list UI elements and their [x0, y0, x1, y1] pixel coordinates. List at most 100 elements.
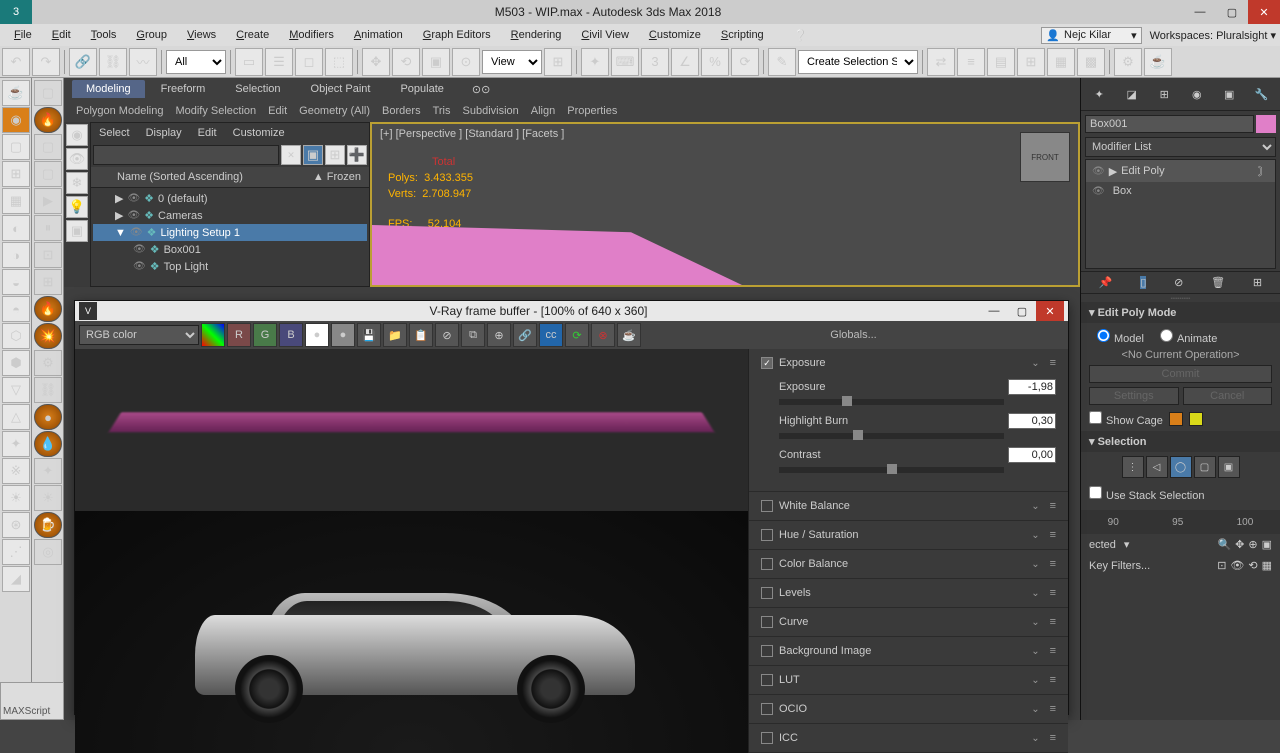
vfb-close[interactable]: ✕: [1036, 301, 1064, 321]
section-menu-icon[interactable]: ≡: [1050, 732, 1056, 744]
link-button[interactable]: 🔗: [69, 48, 97, 76]
orb-9[interactable]: ☀: [34, 485, 62, 511]
nav-icon-5[interactable]: ⊡: [1217, 559, 1226, 572]
tool-icon-6[interactable]: ⬢: [2, 350, 30, 376]
vfb-stop-button[interactable]: ⊗: [591, 323, 615, 347]
box-icon[interactable]: ▢: [2, 134, 30, 160]
vfb-globals-label[interactable]: Globals...: [643, 329, 1064, 341]
angle-snap-button[interactable]: ∠: [671, 48, 699, 76]
menu-civil-view[interactable]: Civil View: [571, 27, 638, 43]
ribbon-tab-freeform[interactable]: Freeform: [147, 80, 220, 98]
named-sel-dropdown[interactable]: Create Selection Se: [798, 50, 918, 74]
tool-icon-11[interactable]: ☀: [2, 485, 30, 511]
help-icon[interactable]: ❔: [794, 29, 808, 42]
section-enable-check[interactable]: [761, 732, 773, 744]
rollout-drag-icon[interactable]: ┄┄┄: [1081, 294, 1280, 302]
particle-icon[interactable]: ◉: [2, 107, 30, 133]
vfb-swatch[interactable]: [201, 323, 225, 347]
render-setup-button[interactable]: ⚙: [1114, 48, 1142, 76]
orb-7[interactable]: ⊞: [34, 269, 62, 295]
scene-node-box001[interactable]: 👁❖Box001: [93, 241, 367, 258]
menu-scripting[interactable]: Scripting: [711, 27, 774, 43]
vfb-section-ocio[interactable]: OCIO⌄≡: [757, 699, 1060, 719]
schematic-button[interactable]: ▦: [1047, 48, 1075, 76]
nav-icon-2[interactable]: ✥: [1235, 538, 1244, 551]
chevron-down-icon[interactable]: ⌄: [1031, 559, 1039, 570]
selection-filter[interactable]: All: [166, 50, 226, 74]
vfb-section-levels[interactable]: Levels⌄≡: [757, 583, 1060, 603]
edit-named-sel-button[interactable]: ✎: [768, 48, 796, 76]
scene-tab-edit[interactable]: Edit: [198, 127, 217, 139]
orb-gear2[interactable]: ⛓: [34, 377, 62, 403]
scale-button[interactable]: ▣: [422, 48, 450, 76]
vfb-section-color-balance[interactable]: Color Balance⌄≡: [757, 554, 1060, 574]
sphere-icon[interactable]: ◉: [66, 124, 88, 146]
settings-button[interactable]: Settings: [1089, 387, 1179, 405]
orb-blast[interactable]: 💥: [34, 323, 62, 349]
menu-animation[interactable]: Animation: [344, 27, 413, 43]
cage-color-2[interactable]: [1189, 412, 1203, 426]
maximize-button[interactable]: ▢: [1216, 0, 1248, 24]
scene-col-frozen[interactable]: ▲ Frozen: [313, 171, 361, 183]
ribbon-sub-modify-selection[interactable]: Modify Selection: [175, 105, 256, 117]
pause-icon[interactable]: ⏸: [34, 215, 62, 241]
section-menu-icon[interactable]: ≡: [1050, 674, 1056, 686]
border-level[interactable]: ◯: [1170, 456, 1192, 478]
filter-2-icon[interactable]: ⊞: [325, 145, 345, 165]
ribbon-tab-selection[interactable]: Selection: [221, 80, 294, 98]
vfb-r-button[interactable]: R: [227, 323, 251, 347]
chevron-down-icon[interactable]: ⌄: [1031, 588, 1039, 599]
section-enable-check[interactable]: [761, 558, 773, 570]
redo-button[interactable]: ↷: [32, 48, 60, 76]
commit-button[interactable]: Commit: [1089, 365, 1272, 383]
chevron-down-icon[interactable]: ⌄: [1031, 646, 1039, 657]
eye-icon[interactable]: 👁: [66, 148, 88, 170]
vfb-alpha-button[interactable]: ●: [305, 323, 329, 347]
scene-node-top-light[interactable]: 👁❖Top Light: [93, 258, 367, 275]
nav-icon-4[interactable]: ▣: [1262, 538, 1272, 551]
cancel-button[interactable]: Cancel: [1183, 387, 1273, 405]
vfb-g-button[interactable]: G: [253, 323, 277, 347]
close-button[interactable]: ✕: [1248, 0, 1280, 24]
calendar-icon[interactable]: ▦: [2, 188, 30, 214]
menu-views[interactable]: Views: [177, 27, 226, 43]
view-cube[interactable]: FRONT: [1020, 132, 1070, 182]
section-menu-icon[interactable]: ≡: [1050, 703, 1056, 715]
select-button[interactable]: ▭: [235, 48, 263, 76]
orb-6[interactable]: ⊡: [34, 242, 62, 268]
nav-icon-7[interactable]: ⟲: [1248, 559, 1257, 572]
section-menu-icon[interactable]: ≡: [1050, 357, 1056, 369]
section-menu-icon[interactable]: ≡: [1050, 645, 1056, 657]
animate-radio[interactable]: Animate: [1160, 329, 1217, 345]
layers-button[interactable]: ▤: [987, 48, 1015, 76]
menu-tools[interactable]: Tools: [81, 27, 127, 43]
vfb-section-curve[interactable]: Curve⌄≡: [757, 612, 1060, 632]
utilities-tab-icon[interactable]: 🔧: [1250, 82, 1274, 106]
configure-icon[interactable]: ⊞: [1253, 276, 1262, 289]
object-name-input[interactable]: [1085, 115, 1254, 133]
stack-box[interactable]: 👁 Box: [1086, 182, 1275, 200]
tool-icon-7[interactable]: ▽: [2, 377, 30, 403]
section-menu-icon[interactable]: ≡: [1050, 558, 1056, 570]
show-end-result-icon[interactable]: ▯: [1140, 276, 1146, 289]
chevron-down-icon[interactable]: ⌄: [1031, 501, 1039, 512]
tool-icon-9[interactable]: ✦: [2, 431, 30, 457]
percent-snap-button[interactable]: %: [701, 48, 729, 76]
use-stack-check[interactable]: Use Stack Selection: [1089, 490, 1204, 502]
region-rect-button[interactable]: ◻: [295, 48, 323, 76]
chevron-down-icon[interactable]: ⌄: [1031, 675, 1039, 686]
vfb-section-icc[interactable]: ICC⌄≡: [757, 728, 1060, 748]
filter-1-icon[interactable]: ▣: [303, 145, 323, 165]
viewport-label[interactable]: [+] [Perspective ] [Standard ] [Facets ]: [380, 128, 564, 140]
select-by-name-button[interactable]: ☰: [265, 48, 293, 76]
chevron-down-icon[interactable]: ⌄: [1031, 733, 1039, 744]
menu-rendering[interactable]: Rendering: [501, 27, 572, 43]
scene-node-lighting-setup-1[interactable]: ▼👁❖Lighting Setup 1: [93, 224, 367, 241]
vfb-clear-button[interactable]: ⊘: [435, 323, 459, 347]
menu-graph-editors[interactable]: Graph Editors: [413, 27, 501, 43]
minimize-button[interactable]: —: [1184, 0, 1216, 24]
nav-icon-1[interactable]: 🔍: [1217, 538, 1231, 551]
scene-tab-select[interactable]: Select: [99, 127, 130, 139]
curve-editor-button[interactable]: ⊞: [1017, 48, 1045, 76]
section-enable-check[interactable]: [761, 616, 773, 628]
